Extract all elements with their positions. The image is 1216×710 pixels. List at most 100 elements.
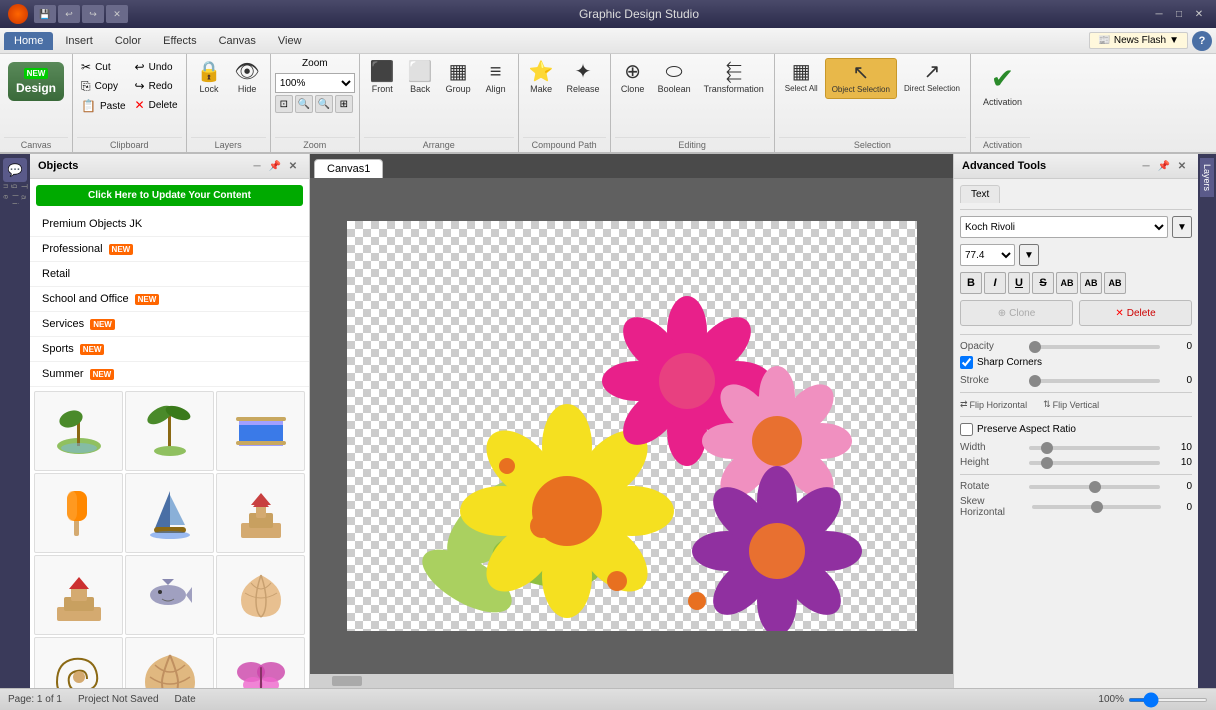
title-icon-4[interactable]: ✕ [106,5,128,23]
menu-home[interactable]: Home [4,32,53,50]
font-selector[interactable]: Koch Rivoli [960,216,1168,238]
grid-item-8[interactable] [125,555,214,635]
group-button[interactable]: ▦ Group [440,58,477,98]
grid-item-5[interactable] [125,473,214,553]
width-slider[interactable] [1029,446,1160,450]
adv-close-btn[interactable]: ✕ [1174,158,1190,174]
grid-item-3[interactable] [216,391,305,471]
canvas-tab-1[interactable]: Canvas1 [314,159,383,178]
minimize-button[interactable]: ─ [1150,6,1168,22]
help-button[interactable]: ? [1192,31,1212,51]
horizontal-scrollbar[interactable] [310,674,953,688]
undo-button[interactable]: ↩ Undo [131,58,182,76]
adv-pin-btn[interactable]: 📌 [1156,158,1172,174]
grid-item-6[interactable] [216,473,305,553]
title-icon-2[interactable]: ↩ [58,5,80,23]
copy-button[interactable]: ⎘ Copy [77,77,130,96]
release-button[interactable]: ✦ Release [561,58,606,98]
grid-item-11[interactable] [125,637,214,688]
align-button[interactable]: ≡ Align [478,58,514,98]
smallcaps-button[interactable]: AB [1080,272,1102,294]
grid-item-10[interactable] [34,637,123,688]
underline-button[interactable]: U [1008,272,1030,294]
back-button[interactable]: ⬜ Back [402,58,439,98]
transformation-button[interactable]: ⬱ Transformation [698,58,770,98]
boolean-button[interactable]: ⬭ Boolean [652,58,697,98]
menu-effects[interactable]: Effects [153,32,206,50]
panel-minimize-btn[interactable]: ─ [249,158,265,174]
direct-selection-button[interactable]: ↗ Direct Selection [898,58,966,97]
delete-ribbon-button[interactable]: ✕ Delete [131,96,182,114]
list-item-summer[interactable]: Summer NEW [30,362,309,387]
layers-side-tab[interactable]: Layers [1200,158,1214,197]
italic-button[interactable]: I [984,272,1006,294]
make-button[interactable]: ⭐ Make [523,58,560,98]
menu-view[interactable]: View [268,32,312,50]
hide-button[interactable]: 👁 Hide [228,58,265,98]
h-scroll-thumb[interactable] [332,676,362,686]
zoom-out-btn[interactable]: 🔍 [295,95,313,113]
menu-canvas[interactable]: Canvas [209,32,266,50]
height-slider[interactable] [1029,461,1160,465]
redo-button[interactable]: ↪ Redo [131,77,182,95]
panel-close-btn[interactable]: ✕ [285,158,301,174]
sidebar-tool-text[interactable]: T a g l i n e [3,184,27,208]
strikethrough-button[interactable]: S [1032,272,1054,294]
menu-color[interactable]: Color [105,32,151,50]
bold-button[interactable]: B [960,272,982,294]
sharp-corners-checkbox[interactable] [960,356,973,369]
clone-panel-button[interactable]: ⊕ Clone [960,300,1073,326]
clone-ribbon-button[interactable]: ⊕ Clone [615,58,651,98]
font-size-dropdown-btn[interactable]: ▼ [1019,244,1039,266]
front-button[interactable]: ⬛ Front [364,58,401,98]
title-icon-1[interactable]: 💾 [34,5,56,23]
stroke-slider[interactable] [1029,379,1160,383]
zoom-status-slider[interactable] [1128,698,1208,702]
caps-button[interactable]: AB [1104,272,1126,294]
grid-item-2[interactable] [125,391,214,471]
aspect-ratio-checkbox[interactable] [960,423,973,436]
grid-item-4[interactable] [34,473,123,553]
rotate-slider[interactable] [1029,485,1160,489]
panel-pin-btn[interactable]: 📌 [267,158,283,174]
zoom-select[interactable]: 100% [275,73,355,93]
text-tab[interactable]: Text [960,185,1000,203]
flip-horizontal-button[interactable]: ⇄ Flip Horizontal [960,399,1027,410]
grid-item-7[interactable] [34,555,123,635]
zoom-custom-btn[interactable]: ⊞ [335,95,353,113]
lock-button[interactable]: 🔒 Lock [191,58,228,98]
cut-button[interactable]: ✂ Cut [77,58,130,76]
select-all-button[interactable]: ▦ Select All [779,58,824,97]
grid-item-9[interactable] [216,555,305,635]
grid-item-12[interactable] [216,637,305,688]
list-item-school[interactable]: School and Office NEW [30,287,309,312]
flip-vertical-button[interactable]: ⇅ Flip Vertical [1043,399,1099,410]
list-item-premium[interactable]: Premium Objects JK [30,212,309,237]
font-size-selector[interactable]: 77.4 [960,244,1015,266]
font-dropdown-btn[interactable]: ▼ [1172,216,1192,238]
maximize-button[interactable]: □ [1170,6,1188,22]
allcaps-button[interactable]: AB [1056,272,1078,294]
skew-slider[interactable] [1032,505,1161,509]
title-icon-3[interactable]: ↪ [82,5,104,23]
paste-button[interactable]: 📋 Paste [77,97,130,115]
sidebar-tool-speech[interactable]: 💬 [3,158,27,182]
update-content-button[interactable]: Click Here to Update Your Content [36,185,303,206]
canvas-scroll-area[interactable] [310,178,953,674]
adv-minimize-btn[interactable]: ─ [1138,158,1154,174]
list-item-sports[interactable]: Sports NEW [30,337,309,362]
close-button[interactable]: ✕ [1190,6,1208,22]
zoom-in-btn[interactable]: 🔍 [315,95,333,113]
grid-item-1[interactable] [34,391,123,471]
opacity-slider[interactable] [1029,345,1160,349]
delete-panel-button[interactable]: ✕ Delete [1079,300,1192,326]
list-item-services[interactable]: Services NEW [30,312,309,337]
activation-button[interactable]: ✔ Activation [975,58,1030,111]
menu-insert[interactable]: Insert [55,32,103,50]
zoom-fit-btn[interactable]: ⊡ [275,95,293,113]
list-item-retail[interactable]: Retail [30,262,309,287]
design-button[interactable]: NEW Design [8,62,64,101]
object-selection-button[interactable]: ↖ Object Selection [825,58,897,99]
list-item-professional[interactable]: Professional NEW [30,237,309,262]
news-flash[interactable]: 📰 News Flash ▼ [1089,32,1188,49]
